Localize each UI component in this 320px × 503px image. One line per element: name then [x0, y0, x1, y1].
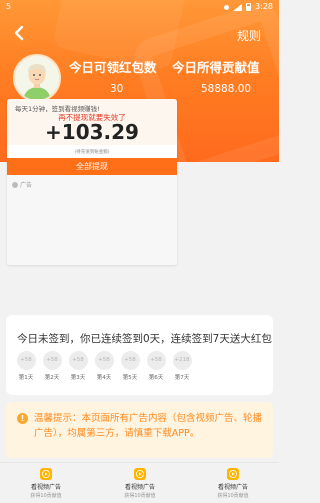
bottom-tab-bar: 看视频广告 获得10贡献值 看视频广告 获得10贡献值 看视频广告 获得10贡献…: [0, 462, 279, 503]
day-label: 第3天: [70, 375, 86, 381]
withdraw-amount: +103.29: [45, 120, 139, 144]
redeemable-value: 30: [110, 83, 124, 95]
signin-day[interactable]: +58 第2天: [40, 351, 64, 381]
day-label: 第2天: [44, 375, 60, 381]
tab-watch-video-ad[interactable]: 看视频广告 获得10贡献值: [16, 468, 76, 499]
notification-icon: [224, 4, 230, 10]
reward-coin: +58: [42, 351, 62, 370]
ad-tag-label: 广告: [20, 182, 33, 189]
day-label: 第5天: [122, 375, 138, 381]
status-bar: 5 3:28: [0, 0, 279, 14]
battery-icon: [246, 3, 252, 11]
rules-link[interactable]: 规则: [237, 27, 261, 44]
signin-day[interactable]: +58 第4天: [92, 351, 116, 381]
reward-coin: +218: [172, 351, 192, 370]
tab-sub: 获得10贡献值: [30, 493, 62, 499]
play-video-icon: [227, 468, 239, 480]
signin-day[interactable]: +58 第6天: [144, 351, 168, 381]
day-label: 第4天: [96, 375, 112, 381]
ad-icon: [12, 181, 18, 188]
signin-day[interactable]: +58 第1天: [14, 351, 38, 381]
signin-title: 今日未签到，你已连续签到0天，连续签到7天送大红包: [17, 333, 272, 345]
person-avatar-icon: [15, 56, 59, 100]
reward-coin: +58: [120, 351, 140, 370]
contribution-value: 58888.00: [201, 83, 252, 95]
status-right: 3:28: [224, 0, 273, 14]
amount-note: (待充值到账金额): [74, 150, 110, 155]
status-time: 3:28: [255, 2, 273, 11]
day-label: 第6天: [148, 375, 164, 381]
tab-label: 看视频广告: [124, 484, 155, 491]
signal-icon: [233, 3, 242, 11]
third-party-notice: ! 温馨提示：本页面所有广告内容（包含视频广告、轮播广告），均属第三方，请慎重下…: [6, 402, 273, 458]
contribution-label: 今日所得贡献值: [172, 60, 260, 75]
reward-coin: +58: [146, 351, 166, 370]
reward-coin: +58: [16, 351, 36, 370]
reward-coin: +58: [68, 351, 88, 370]
tab-label: 看视频广告: [217, 484, 248, 491]
signin-day[interactable]: +58 第5天: [118, 351, 142, 381]
ad-tag: 广告: [12, 180, 32, 189]
tab-watch-video-ad[interactable]: 看视频广告 获得10贡献值: [203, 468, 263, 499]
chevron-left-icon: [14, 25, 24, 41]
warning-icon: !: [17, 413, 28, 424]
tab-sub: 获得10贡献值: [217, 493, 249, 499]
signin-day[interactable]: +218 第7天: [170, 351, 194, 381]
signin-card: 今日未签到，你已连续签到0天，连续签到7天送大红包 +58 第1天 +58 第2…: [6, 315, 273, 395]
back-button[interactable]: [8, 22, 30, 44]
reward-coin: +58: [94, 351, 114, 370]
avatar: [13, 54, 61, 102]
withdraw-all-button[interactable]: 全部提现: [7, 158, 177, 175]
video-withdraw-card: 每天1分钟，签到看视频赚钱! 再不提现就要失效了 +103.29 (待充值到账金…: [7, 99, 177, 265]
notice-text: 温馨提示：本页面所有广告内容（包含视频广告、轮播广告），均属第三方，请慎重下载A…: [34, 413, 263, 439]
play-video-icon: [134, 468, 146, 480]
day-label: 第7天: [174, 375, 190, 381]
day-label: 第1天: [18, 375, 34, 381]
tab-watch-video-ad[interactable]: 看视频广告 获得10贡献值: [110, 468, 170, 499]
tab-label: 看视频广告: [30, 484, 61, 491]
redeemable-label: 今日可领红包数: [69, 60, 157, 75]
ad-area[interactable]: 广告: [7, 175, 177, 265]
status-left-text: 5: [6, 2, 12, 11]
tab-sub: 获得10贡献值: [124, 493, 156, 499]
signin-day[interactable]: +58 第3天: [66, 351, 90, 381]
play-video-icon: [40, 468, 52, 480]
